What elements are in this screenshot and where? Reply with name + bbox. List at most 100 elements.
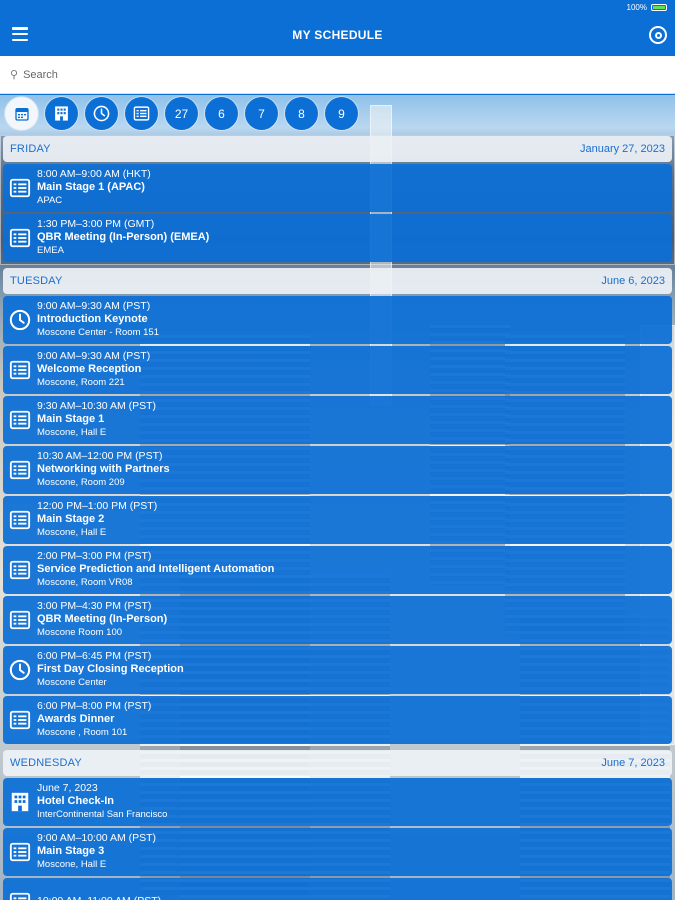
clock-icon [93, 105, 110, 122]
event-location: Moscone Room 100 [37, 627, 123, 638]
event-row[interactable]: 9:00 AM–9:30 AM (PST) Introduction Keynot… [3, 296, 672, 344]
event-row[interactable]: 9:30 AM–10:30 AM (PST) Main Stage 1 Moscon… [3, 396, 672, 444]
clock-icon [3, 309, 37, 331]
search-icon: ⚲ [10, 69, 19, 81]
building-icon [3, 791, 37, 813]
event-row[interactable]: 6:00 PM–8:00 PM (PST) Awards Dinner Moscon… [3, 696, 672, 744]
event-row[interactable]: 6:00 PM–6:45 PM (PST) First Day Closing R… [3, 646, 672, 694]
event-row[interactable]: June 7, 2023 Hotel Check-In InterContinent… [3, 778, 672, 826]
list-icon [3, 709, 37, 731]
search-bar: ⚲ [0, 56, 675, 94]
event-row[interactable]: 10:00 AM–11:00 AM (PST) [3, 878, 672, 900]
event-time: 12:00 PM–1:00 PM (PST) [37, 500, 158, 512]
day-date: June 6, 2023 [601, 275, 665, 287]
filter-list-button[interactable] [125, 97, 158, 130]
event-title: Introduction Keynote [37, 313, 148, 325]
event-title: Main Stage 1 [37, 413, 105, 425]
event-title: QBR Meeting (In-Person) (EMEA) [37, 231, 210, 243]
event-time: 10:30 AM–12:00 PM (PST) [37, 450, 163, 462]
filter-date-button[interactable]: 7 [245, 97, 278, 130]
day-header: FRIDAY January 27, 2023 [3, 136, 672, 162]
settings-icon[interactable] [649, 26, 667, 44]
event-row[interactable]: 12:00 PM–1:00 PM (PST) Main Stage 2 Moscon… [3, 496, 672, 544]
event-location: Moscone, Hall E [37, 527, 107, 538]
list-icon [3, 509, 37, 531]
event-row[interactable]: 9:00 AM–10:00 AM (PST) Main Stage 3 Moscon… [3, 828, 672, 876]
building-icon [53, 105, 70, 122]
event-row[interactable]: 1:30 PM–3:00 PM (GMT) QBR Meeting (In-Per… [3, 214, 672, 262]
event-time: 9:30 AM–10:30 AM (PST) [37, 400, 157, 412]
event-row[interactable]: 8:00 AM–9:00 AM (HKT) Main Stage 1 (APAC)… [3, 164, 672, 212]
filter-row: 27 6 7 8 9 [5, 97, 358, 131]
app-header: MY SCHEDULE [0, 14, 675, 56]
battery-percent: 100% [626, 2, 647, 12]
list-icon [3, 409, 37, 431]
filter-date-button[interactable]: 8 [285, 97, 318, 130]
filter-date-button[interactable]: 6 [205, 97, 238, 130]
schedule-list: FRIDAY January 27, 2023 8:00 AM–9:00 AM (H… [3, 136, 672, 900]
event-title: QBR Meeting (In-Person) [37, 613, 168, 625]
page-title: MY SCHEDULE [292, 28, 383, 42]
event-time: 9:00 AM–9:30 AM (PST) [37, 300, 151, 312]
event-time: June 7, 2023 [37, 782, 98, 794]
clock-icon [3, 659, 37, 681]
list-icon [3, 177, 37, 199]
event-time: 6:00 PM–8:00 PM (PST) [37, 700, 152, 712]
day-date: June 7, 2023 [601, 757, 665, 769]
day-name: WEDNESDAY [10, 757, 82, 769]
event-location: Moscone, Room 221 [37, 377, 125, 388]
event-location: InterContinental San Francisco [37, 809, 168, 820]
menu-icon[interactable] [12, 27, 28, 41]
event-time: 8:00 AM–9:00 AM (HKT) [37, 168, 151, 180]
filter-date-label: 7 [258, 106, 265, 121]
event-time: 1:30 PM–3:00 PM (GMT) [37, 218, 155, 230]
day-name: FRIDAY [10, 143, 51, 155]
event-title: Networking with Partners [37, 463, 170, 475]
filter-date-label: 6 [218, 106, 225, 121]
event-title: Main Stage 1 (APAC) [37, 181, 145, 193]
filter-clock-button[interactable] [85, 97, 118, 130]
event-row[interactable]: 3:00 PM–4:30 PM (PST) QBR Meeting (In-Per… [3, 596, 672, 644]
battery-icon [651, 3, 667, 11]
event-location: Moscone , Room 101 [37, 727, 128, 738]
day-date: January 27, 2023 [579, 143, 665, 155]
filter-date-label: 27 [174, 106, 189, 121]
list-icon [3, 841, 37, 863]
event-location: Moscone, Room VR08 [37, 577, 133, 588]
event-title: Service Prediction and Intelligent Autom… [37, 563, 275, 575]
event-time: 10:00 AM–11:00 AM (PST) [37, 895, 161, 900]
event-row[interactable]: 9:00 AM–9:30 AM (PST) Welcome Reception Mo… [3, 346, 672, 394]
filter-building-button[interactable] [45, 97, 78, 130]
filter-date-button[interactable]: 9 [325, 97, 358, 130]
list-icon [3, 359, 37, 381]
list-icon [3, 559, 37, 581]
filter-date-label: 8 [298, 106, 305, 121]
list-icon [3, 609, 37, 631]
event-title: First Day Closing Reception [37, 663, 184, 675]
event-time: 9:00 AM–10:00 AM (PST) [37, 832, 157, 844]
day-name: TUESDAY [10, 275, 63, 287]
filter-date-label: 9 [338, 106, 345, 121]
event-title: Welcome Reception [37, 363, 142, 375]
event-time: 6:00 PM–6:45 PM (PST) [37, 650, 152, 662]
event-title: Awards Dinner [37, 713, 115, 725]
event-time: 9:00 AM–9:30 AM (PST) [37, 350, 151, 362]
event-location: APAC [37, 195, 63, 206]
event-location: Moscone, Hall E [37, 427, 107, 438]
day-header: TUESDAY June 6, 2023 [3, 268, 672, 294]
list-icon [3, 891, 37, 900]
event-row[interactable]: 2:00 PM–3:00 PM (PST) Service Prediction … [3, 546, 672, 594]
filter-calendar-button[interactable] [5, 97, 38, 130]
event-title: Main Stage 2 [37, 513, 105, 525]
event-location: Moscone Center [37, 677, 107, 688]
list-icon [133, 105, 150, 122]
calendar-icon [14, 106, 30, 122]
event-location: Moscone, Room 209 [37, 477, 125, 488]
event-row[interactable]: 10:30 AM–12:00 PM (PST) Networking with P… [3, 446, 672, 494]
search-input[interactable] [23, 68, 624, 81]
event-time: 2:00 PM–3:00 PM (PST) [37, 550, 152, 562]
filter-date-button[interactable]: 27 [165, 97, 198, 130]
event-location: EMEA [37, 245, 64, 256]
event-location: Moscone Center - Room 151 [37, 327, 159, 338]
list-icon [3, 459, 37, 481]
